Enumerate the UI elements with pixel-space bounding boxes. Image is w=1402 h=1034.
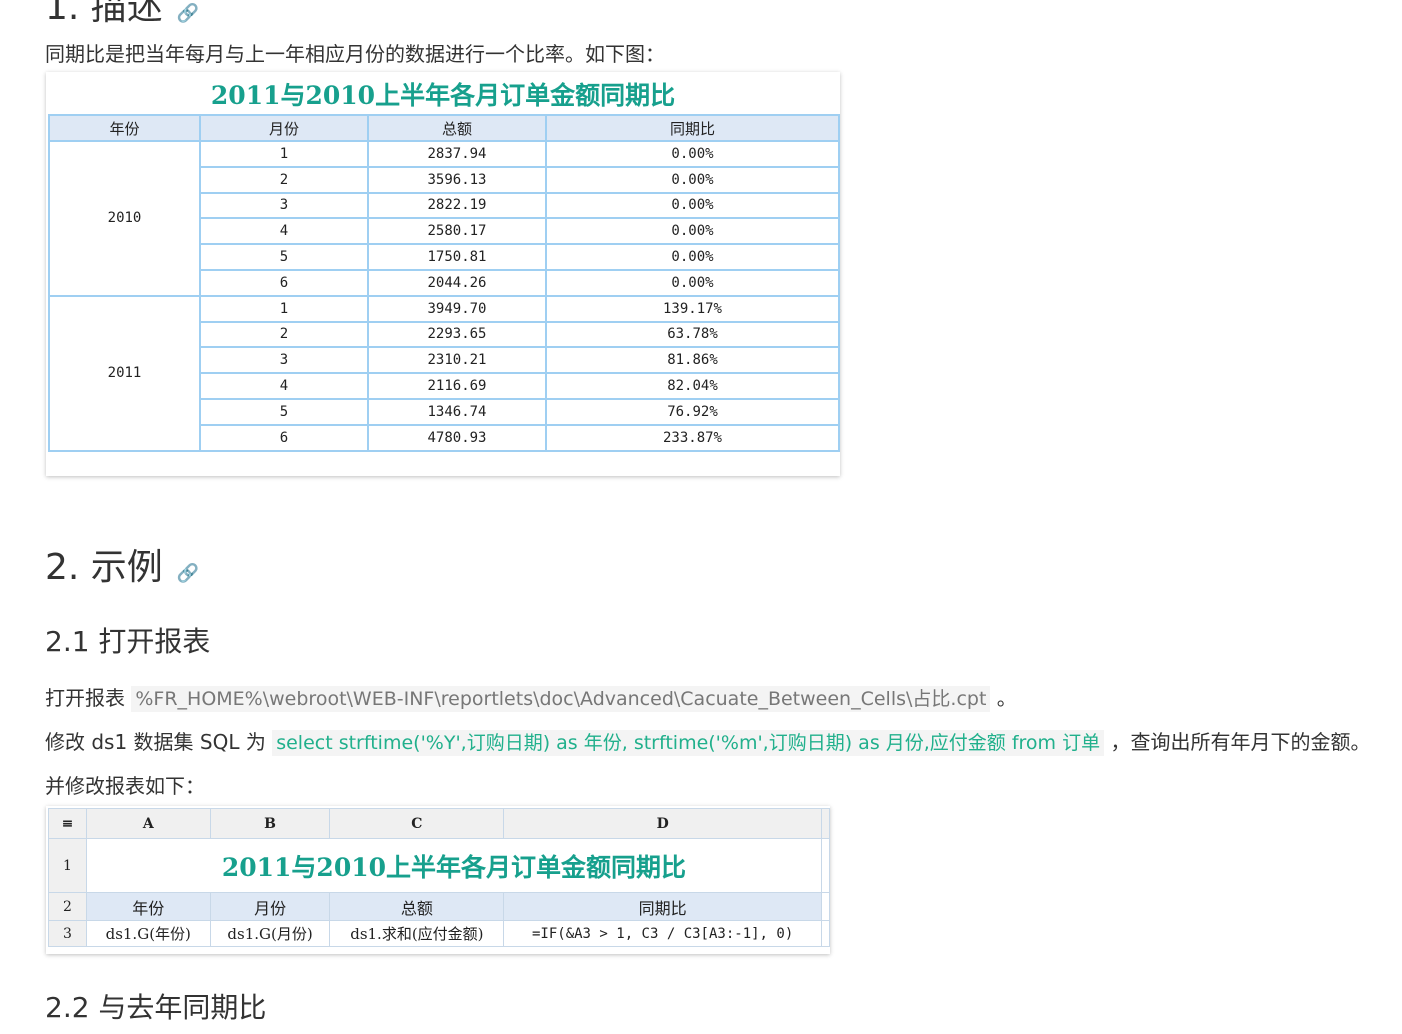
total-cell: 3949.70 [367,294,547,323]
month-cell: 3 [199,191,369,220]
yoy-table: 年份 月份 总额 同期比 2010 1 2837.94 0.00% 2 3596.13 0.… [48,114,840,452]
header-year: 年份 [48,114,201,142]
column-header-b[interactable]: B [209,808,331,839]
month-cell: 1 [199,294,369,323]
yoy-cell: 0.00% [545,140,840,168]
row-number[interactable]: 3 [48,920,87,947]
total-cell: 2116.69 [367,372,547,400]
header-yoy: 同期比 [545,114,840,142]
sql-code: select strftime('%Y',订购日期) as 年份, strfti… [272,730,1105,756]
month-cell: 2 [199,165,369,194]
total-cell: 3596.13 [367,165,547,194]
subheading-open-report: 2.1 打开报表 [45,625,211,658]
month-cell: 4 [199,372,369,400]
designer-table: ≡ A B C D 1 2011与2010上半年各月订单金额同期比 2 年份 月… [48,808,830,947]
header-total: 总额 [367,114,547,142]
yoy-cell: 139.17% [545,294,840,323]
month-cell: 6 [199,423,369,452]
report-title: 2011与2010上半年各月订单金额同期比 [210,81,676,110]
table-row: 2010 1 2837.94 0.00% [48,140,840,297]
grid-extra-cell [821,892,830,921]
grid-cell-a3[interactable]: ds1.G(年份) [85,920,211,947]
yoy-cell: 0.00% [545,165,840,194]
column-header-c[interactable]: C [329,808,505,839]
yoy-cell: 0.00% [545,268,840,297]
open-report-paragraph: 打开报表 %FR_HOME%\webroot\WEB-INF\reportlet… [45,686,1017,712]
grid-cell-total-header[interactable]: 总额 [329,892,505,921]
yoy-cell: 0.00% [545,191,840,220]
grid-extra-cell [821,920,830,947]
total-cell: 2580.17 [367,217,547,246]
month-cell: 6 [199,268,369,297]
total-cell: 4780.93 [367,423,547,452]
month-cell: 1 [199,140,369,168]
modify-report-paragraph: 并修改报表如下： [45,774,205,798]
grid-cell-year-header[interactable]: 年份 [85,892,211,921]
section-heading-example: 2. 示例 🔗 [45,547,200,588]
grid-corner-icon[interactable]: ≡ [48,808,87,839]
grid-cell-month-header[interactable]: 月份 [209,892,331,921]
link-icon[interactable]: 🔗 [177,563,199,584]
grid-title-cell[interactable]: 2011与2010上半年各月订单金额同期比 [85,838,823,893]
grid-cell-d3-formula[interactable]: =IF(&A3 > 1, C3 / C3[A3:-1], 0) [503,920,822,947]
link-icon[interactable]: 🔗 [177,3,199,24]
month-cell: 4 [199,217,369,246]
total-cell: 2822.19 [367,191,547,220]
column-header-extra [821,808,830,839]
column-header-a[interactable]: A [85,808,211,839]
yoy-cell: 82.04% [545,372,840,400]
column-header-d[interactable]: D [503,808,822,839]
yoy-cell: 81.86% [545,346,840,375]
grid-extra-cell [821,838,830,893]
month-cell: 5 [199,243,369,271]
total-cell: 2293.65 [367,320,547,349]
figure-yoy-report: 2011与2010上半年各月订单金额同期比 年份 月份 总额 同期比 2010 1… [46,72,840,476]
row-number[interactable]: 2 [48,892,87,921]
subheading-yoy: 2.2 与去年同期比 [45,991,267,1024]
yoy-cell: 63.78% [545,320,840,349]
total-cell: 2310.21 [367,346,547,375]
figure-designer-grid: ≡ A B C D 1 2011与2010上半年各月订单金额同期比 2 年份 月… [46,806,830,954]
yoy-cell: 76.92% [545,397,840,426]
row-number[interactable]: 1 [48,838,87,893]
month-cell: 3 [199,346,369,375]
month-cell: 2 [199,320,369,349]
yoy-cell: 233.87% [545,423,840,452]
intro-paragraph: 同期比是把当年每月与上一年相应月份的数据进行一个比率。如下图： [45,42,665,66]
total-cell: 1346.74 [367,397,547,426]
grid-cell-b3[interactable]: ds1.G(月份) [209,920,331,947]
header-month: 月份 [199,114,369,142]
table-row: 2011 1 3949.70 139.17% [48,294,840,452]
modify-sql-paragraph: 修改 ds1 数据集 SQL 为 select strftime('%Y',订购… [45,730,1371,756]
yoy-cell: 0.00% [545,217,840,246]
year-cell: 2010 [48,140,201,297]
total-cell: 2837.94 [367,140,547,168]
month-cell: 5 [199,397,369,426]
total-cell: 1750.81 [367,243,547,271]
total-cell: 2044.26 [367,268,547,297]
year-cell: 2011 [48,294,201,452]
section-heading-describe: 1. 描述 🔗 [45,0,200,28]
yoy-cell: 0.00% [545,243,840,271]
grid-cell-yoy-header[interactable]: 同期比 [503,892,822,921]
grid-cell-c3[interactable]: ds1.求和(应付金额) [329,920,505,947]
report-path-code: %FR_HOME%\webroot\WEB-INF\reportlets\doc… [131,686,991,712]
